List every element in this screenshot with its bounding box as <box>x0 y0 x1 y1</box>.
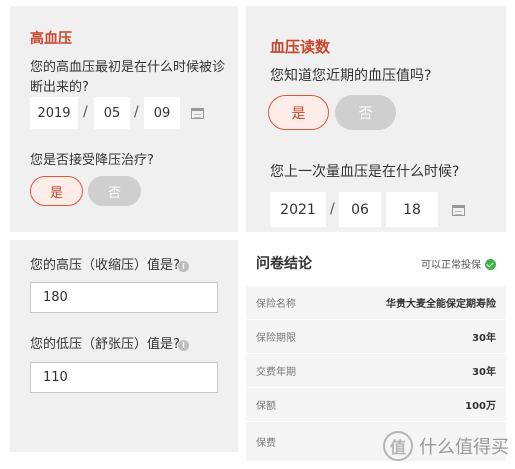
last-measure-question: 您上一次量血压是在什么时候? <box>270 164 460 180</box>
row-key: 保费 <box>256 438 276 449</box>
bp-reading-panel: 血压读数 您知道您近期的血压值吗? 是 否 您上一次量血压是在什么时候? 202… <box>246 6 506 232</box>
row-value: 30年 <box>472 367 496 378</box>
calendar-icon[interactable] <box>191 108 204 119</box>
row-value: 30年 <box>472 333 496 344</box>
row-key: 保险名称 <box>256 299 296 310</box>
hypertension-panel: 高血压 您的高血压最初是在什么时候被诊断出来的? 2019 / 05 / 09 … <box>10 6 238 232</box>
watermark-logo-icon: 值 <box>383 431 413 461</box>
row-key: 交费年期 <box>256 367 296 378</box>
recent-bp-question: 您知道您近期的血压值吗? <box>270 68 432 84</box>
measure-year-field[interactable]: 2021 <box>270 192 326 227</box>
date-separator: / <box>134 104 139 120</box>
row-key: 保额 <box>256 401 276 412</box>
check-icon <box>485 259 496 270</box>
measure-month-field[interactable]: 06 <box>339 192 381 227</box>
status-text: 可以正常投保 <box>421 259 481 271</box>
watermark: 值 什么值得买 <box>383 431 509 461</box>
row-value: 100万 <box>465 401 496 412</box>
watermark-text: 什么值得买 <box>419 437 509 458</box>
info-icon[interactable]: i <box>178 340 189 351</box>
calendar-icon[interactable] <box>452 205 465 216</box>
hypertension-title: 高血压 <box>30 31 72 47</box>
diastolic-input[interactable]: 110 <box>30 362 218 393</box>
diagnosis-date-question: 您的高血压最初是在什么时候被诊断出来的? <box>30 60 226 95</box>
treatment-question: 您是否接受降压治疗? <box>30 153 154 168</box>
systolic-input[interactable]: 180 <box>30 282 218 313</box>
treatment-no-button[interactable]: 否 <box>88 176 141 206</box>
table-row: 保险期限 30年 <box>246 320 506 354</box>
diagnosis-month-field[interactable]: 05 <box>94 97 130 129</box>
measure-day-field[interactable]: 18 <box>386 192 438 227</box>
status-badge: 可以正常投保 <box>421 256 496 271</box>
table-row: 保额 100万 <box>246 388 506 422</box>
date-separator: / <box>330 201 335 217</box>
row-key: 保险期限 <box>256 333 296 344</box>
recent-bp-no-button[interactable]: 否 <box>335 95 396 130</box>
table-row: 交费年期 30年 <box>246 354 506 388</box>
systolic-label: 您的高压（收缩压）值是? <box>30 258 180 273</box>
row-value: 华贵大麦全能保定期寿险 <box>386 299 496 310</box>
diagnosis-day-field[interactable]: 09 <box>144 97 180 129</box>
treatment-yes-button[interactable]: 是 <box>30 176 83 206</box>
info-icon[interactable]: i <box>178 261 189 272</box>
diastolic-label: 您的低压（舒张压）值是? <box>30 337 180 352</box>
date-separator: / <box>83 104 88 120</box>
conclusion-title: 问卷结论 <box>256 256 312 272</box>
bp-values-panel: 您的高压（收缩压）值是? i 180 您的低压（舒张压）值是? i 110 <box>10 240 238 452</box>
bp-reading-title: 血压读数 <box>270 38 331 56</box>
diagnosis-year-field[interactable]: 2019 <box>30 97 78 129</box>
recent-bp-yes-button[interactable]: 是 <box>268 95 329 130</box>
table-row: 保险名称 华贵大麦全能保定期寿险 <box>246 286 506 320</box>
conclusion-header: 问卷结论 可以正常投保 <box>246 240 506 286</box>
